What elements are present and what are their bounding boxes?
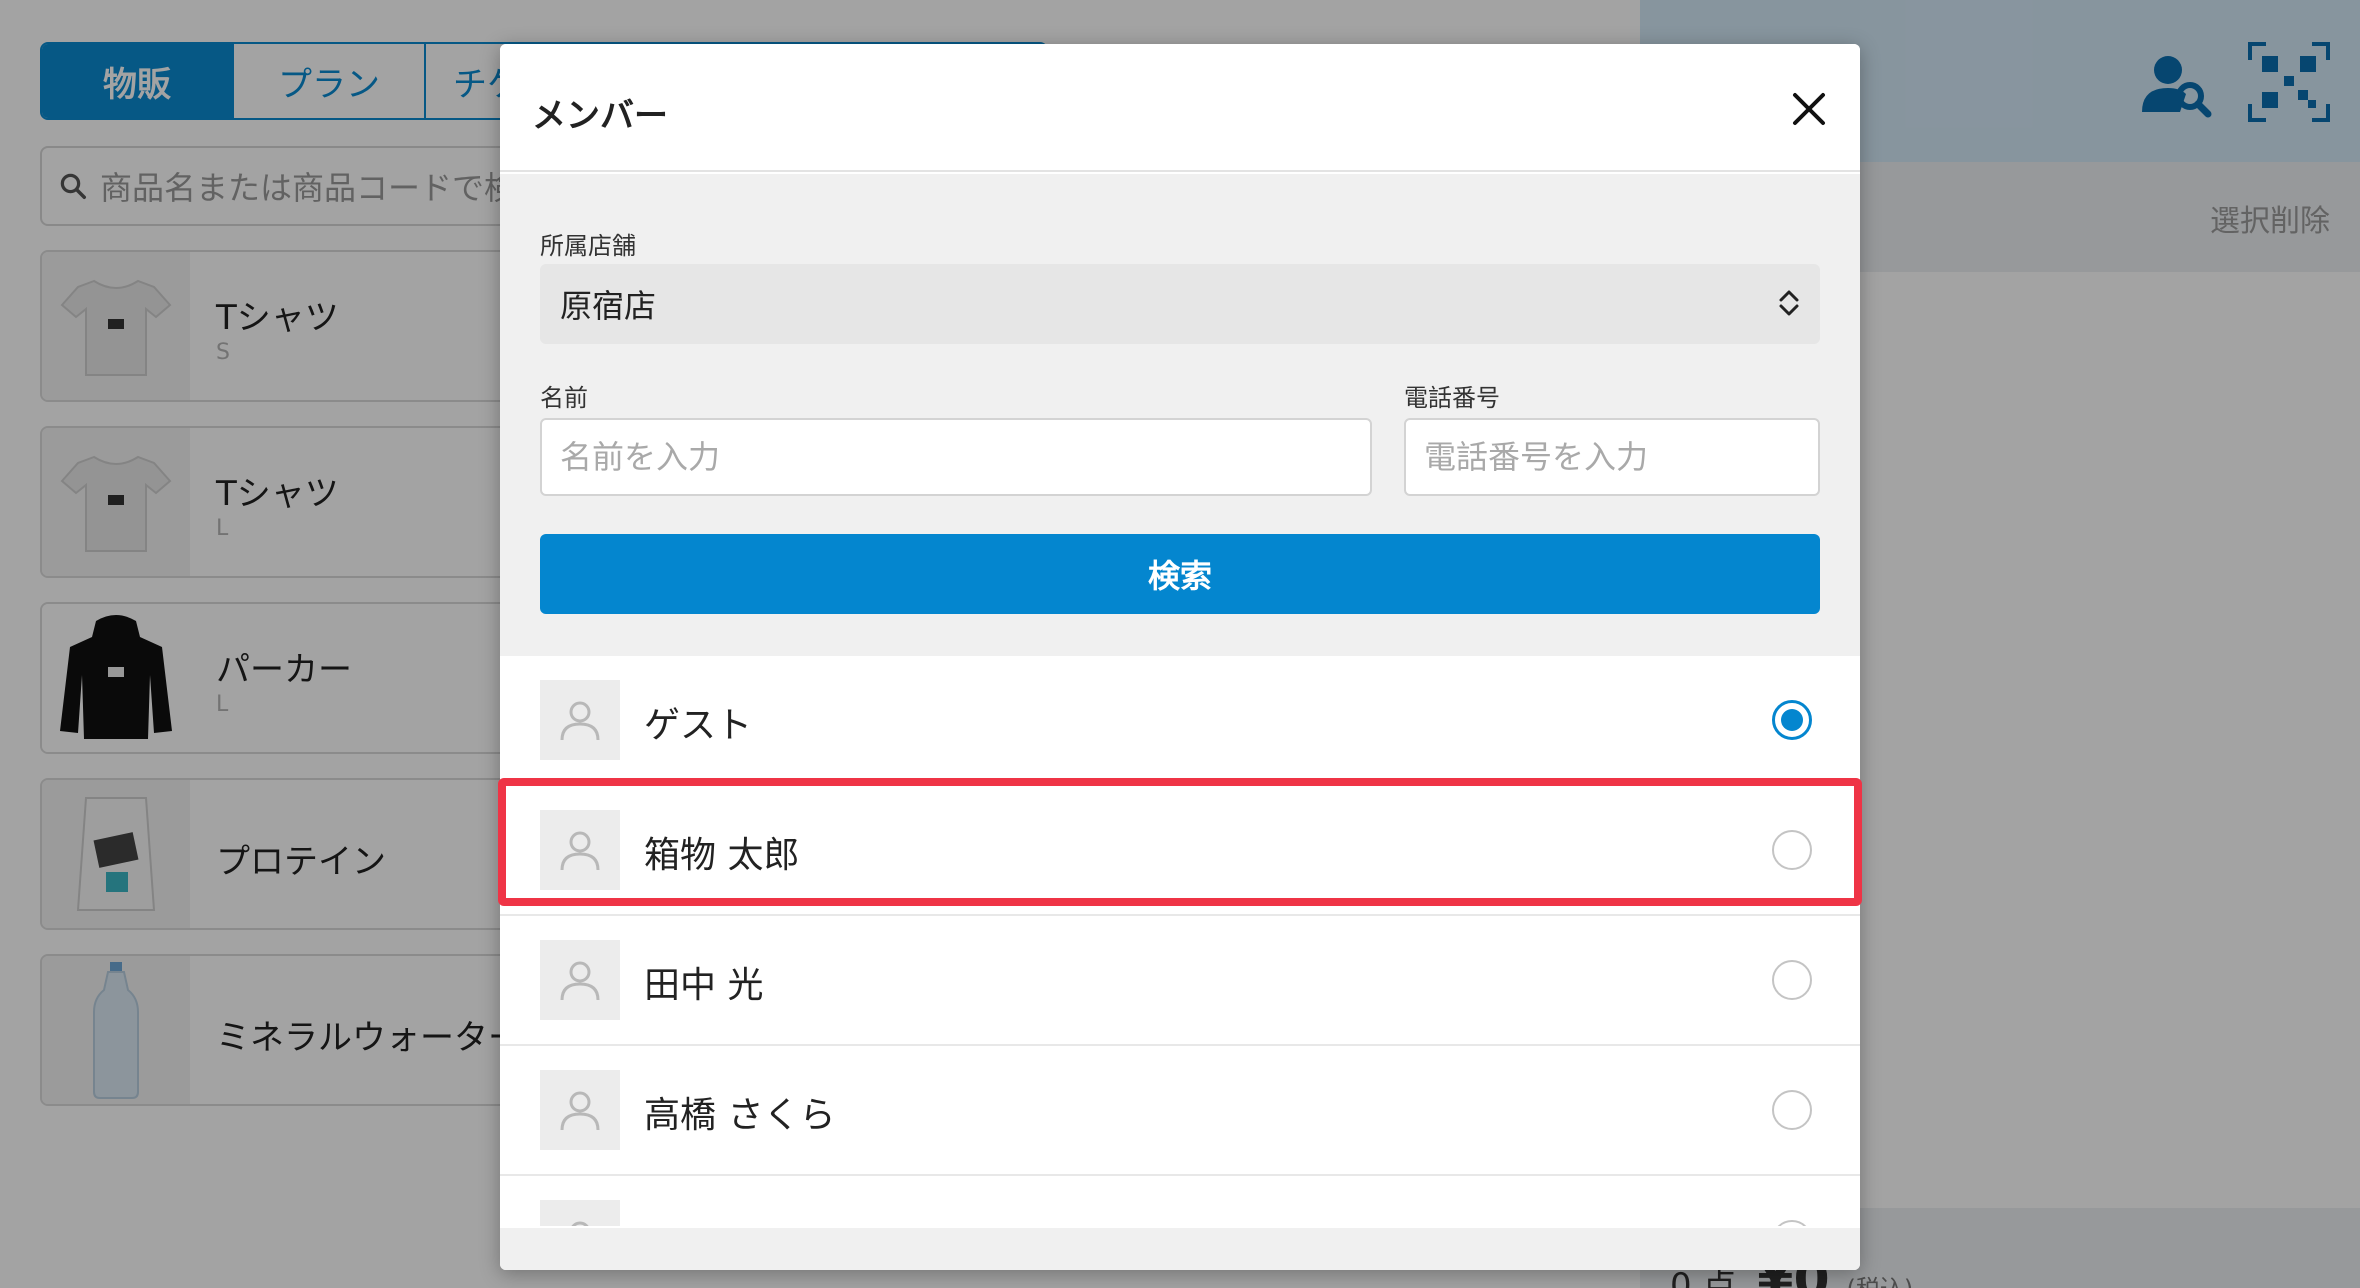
avatar [540, 1200, 620, 1226]
phone-input[interactable] [1404, 418, 1820, 496]
search-button[interactable]: 検索 [540, 534, 1820, 614]
avatar [540, 680, 620, 760]
user-icon [560, 961, 600, 1001]
store-select[interactable]: 原宿店 [540, 264, 1820, 344]
store-label: 所属店舗 [540, 232, 636, 260]
store-select-value: 原宿店 [560, 287, 657, 325]
member-name: 高橋 さくら [644, 1095, 836, 1136]
member-list: ゲスト 箱物 太郎 田中 光 高橋 さくら 佐藤 ケンスケ [500, 656, 1860, 1226]
member-name: 佐藤 ケンスケ [644, 1216, 870, 1226]
member-name: 箱物 太郎 [644, 835, 800, 876]
member-row[interactable]: ゲスト [500, 656, 1860, 786]
name-input[interactable] [540, 418, 1372, 496]
user-icon [571, 1221, 589, 1226]
user-icon [560, 1091, 600, 1131]
avatar [540, 810, 620, 890]
user-icon [560, 701, 600, 741]
member-row[interactable]: 箱物 太郎 [500, 786, 1860, 916]
member-name: 田中 光 [644, 965, 764, 1006]
name-label: 名前 [540, 384, 588, 412]
member-row[interactable]: 高橋 さくら [500, 1046, 1860, 1176]
phone-label: 電話番号 [1404, 384, 1500, 412]
modal-title: メンバー [532, 96, 668, 136]
avatar [540, 940, 620, 1020]
modal-footer [500, 1228, 1860, 1270]
modal-header: メンバー [500, 44, 1860, 172]
close-icon [1793, 93, 1825, 125]
member-row[interactable]: 佐藤 ケンスケ [500, 1176, 1860, 1226]
avatar [540, 1070, 620, 1150]
member-radio[interactable] [1772, 700, 1812, 740]
member-radio[interactable] [1772, 1220, 1812, 1226]
member-radio[interactable] [1772, 1090, 1812, 1130]
member-modal: メンバー 所属店舗 原宿店 名前 電話番号 検索 ゲスト 箱物 太郎 田中 光 [500, 44, 1860, 1270]
close-button[interactable] [1784, 84, 1834, 134]
member-radio[interactable] [1772, 830, 1812, 870]
chevron-up-down-icon [1779, 290, 1799, 316]
user-icon [560, 831, 600, 871]
member-radio[interactable] [1772, 960, 1812, 1000]
member-search-form: 所属店舗 原宿店 名前 電話番号 検索 [500, 174, 1860, 656]
member-row[interactable]: 田中 光 [500, 916, 1860, 1046]
member-name: ゲスト [644, 705, 753, 746]
